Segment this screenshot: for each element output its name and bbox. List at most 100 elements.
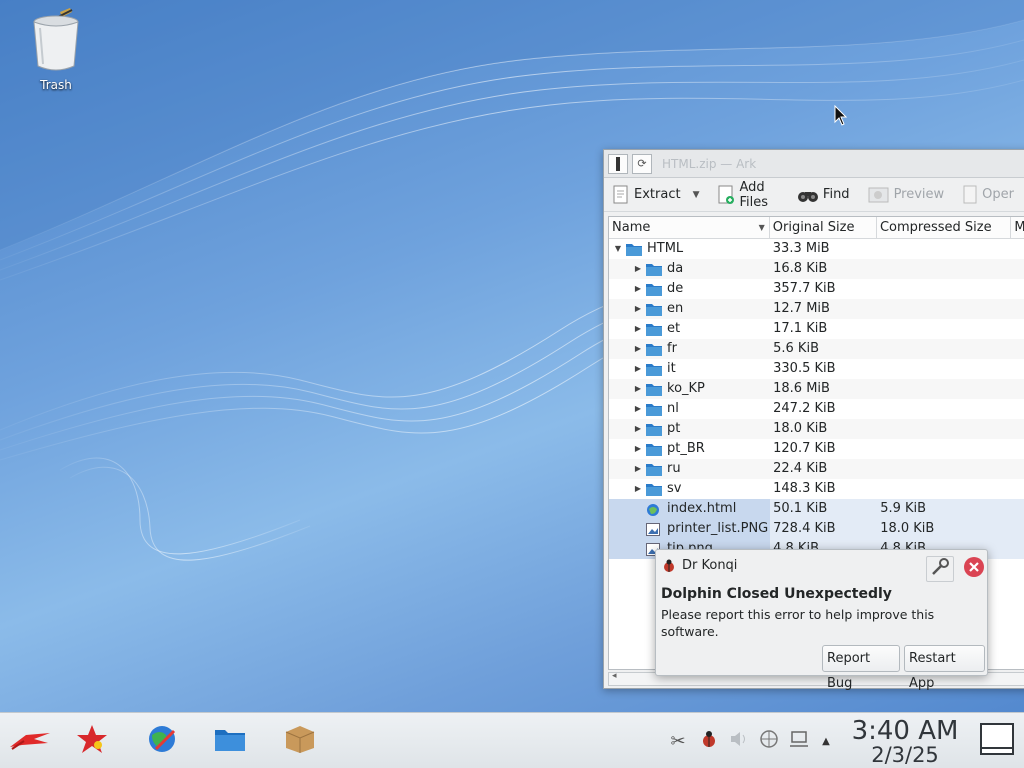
folder-row[interactable]: ▶ pt 18.0 KiB <box>609 419 1024 439</box>
scissors-icon: ✂ <box>670 730 686 752</box>
trash-label: Trash <box>40 78 72 92</box>
folder-row[interactable]: ▶ en 12.7 MiB <box>609 299 1024 319</box>
column-original-size[interactable]: Original Size <box>770 217 877 238</box>
open-icon <box>962 185 978 205</box>
compressed-size-cell <box>877 319 1011 339</box>
show-desktop-button[interactable] <box>976 720 1018 762</box>
folder-row[interactable]: ▶ et 17.1 KiB <box>609 319 1024 339</box>
folder-icon <box>646 443 662 456</box>
compressed-size-cell <box>877 239 1011 259</box>
folder-icon <box>646 283 662 296</box>
preview-button[interactable]: Preview <box>868 186 944 204</box>
folder-row[interactable]: ▶ de 357.7 KiB <box>609 279 1024 299</box>
file-row[interactable]: index.html 50.1 KiB 5.9 KiB <box>609 499 1024 519</box>
tray-clipboard[interactable]: ✂ <box>666 729 690 753</box>
add-files-button[interactable]: Add Files <box>717 180 778 210</box>
column-compressed-size[interactable]: Compressed Size <box>877 217 1012 238</box>
expand-arrow-icon[interactable]: ▶ <box>633 379 643 399</box>
modified-cell <box>1011 259 1024 279</box>
folder-row[interactable]: ▶ fr 5.6 KiB <box>609 339 1024 359</box>
tray-volume[interactable] <box>727 729 751 753</box>
column-name[interactable]: Name ▼ <box>609 217 770 238</box>
window-menu-button[interactable] <box>608 153 628 174</box>
notification-title: Dolphin Closed Unexpectedly <box>661 586 892 602</box>
folder-row[interactable]: ▶ sv 148.3 KiB <box>609 479 1024 499</box>
expand-arrow-icon[interactable]: ▶ <box>633 439 643 459</box>
notification-header: Dr Konqi <box>662 558 737 573</box>
find-label: Find <box>822 187 850 202</box>
mouse-cursor-icon <box>834 104 848 131</box>
tray-network[interactable] <box>757 729 781 753</box>
scroll-left-icon[interactable]: ◂ <box>612 671 617 681</box>
application-launcher-button[interactable] <box>8 723 52 759</box>
trash-desktop-icon[interactable]: Trash <box>22 8 90 92</box>
name-cell: ▶ nl <box>609 399 770 419</box>
folder-row[interactable]: ▶ ko_KP 18.6 MiB <box>609 379 1024 399</box>
clock-time[interactable]: 3:40 AM <box>850 716 960 746</box>
window-titlebar[interactable]: ⟳ HTML.zip — Ark <box>604 150 1024 178</box>
extract-button[interactable]: Extract ▼ <box>612 185 699 205</box>
expand-arrow-icon[interactable]: ▶ <box>633 359 643 379</box>
modified-cell <box>1011 499 1024 519</box>
archive-root-row[interactable]: ▼ HTML 33.3 MiB <box>609 239 1024 259</box>
column-header: Name ▼ Original Size Compressed Size M <box>609 217 1024 239</box>
configure-notification-button[interactable] <box>926 556 954 582</box>
close-notification-button[interactable] <box>960 556 988 582</box>
expand-arrow-icon[interactable]: ▶ <box>633 299 643 319</box>
name-cell: ▶ sv <box>609 479 770 499</box>
tray-expand-button[interactable]: ▲ <box>814 729 838 753</box>
keep-above-button[interactable]: ⟳ <box>632 153 652 174</box>
extract-dropdown-icon[interactable]: ▼ <box>693 190 700 200</box>
file-name: fr <box>667 341 677 356</box>
original-size-cell: 148.3 KiB <box>773 481 836 496</box>
modified-cell <box>1011 419 1024 439</box>
original-size-cell: 330.5 KiB <box>773 361 836 376</box>
expand-arrow-icon[interactable]: ▶ <box>633 319 643 339</box>
file-rows: ▼ HTML 33.3 MiB ▶ da 16.8 KiB ▶ de 357.7 KiB ▶ en 1… <box>609 239 1024 559</box>
taskbar-browser-app[interactable] <box>144 723 180 759</box>
tray-device[interactable] <box>787 729 811 753</box>
folder-row[interactable]: ▶ ru 22.4 KiB <box>609 459 1024 479</box>
original-size-cell: 357.7 KiB <box>773 281 836 296</box>
chevron-up-icon: ▲ <box>822 735 830 747</box>
expand-arrow-icon[interactable]: ▶ <box>633 339 643 359</box>
folder-row[interactable]: ▶ it 330.5 KiB <box>609 359 1024 379</box>
html-file-icon <box>646 503 662 516</box>
modified-cell <box>1011 319 1024 339</box>
compressed-size-cell <box>877 359 1011 379</box>
globe-icon <box>146 723 178 759</box>
taskbar-ark-app[interactable] <box>282 723 318 759</box>
folder-icon <box>626 243 642 256</box>
folder-row[interactable]: ▶ da 16.8 KiB <box>609 259 1024 279</box>
collapse-arrow-icon[interactable]: ▼ <box>613 239 623 259</box>
expand-arrow-icon[interactable]: ▶ <box>633 399 643 419</box>
clock-date[interactable]: 2/3/25 <box>850 743 960 767</box>
bug-tray-icon <box>700 730 718 752</box>
taskbar-star-app[interactable] <box>74 723 110 759</box>
original-size-cell: 5.6 KiB <box>773 341 819 356</box>
expand-arrow-icon[interactable]: ▶ <box>633 259 643 279</box>
restart-app-button[interactable]: Restart App <box>904 645 985 691</box>
expand-arrow-icon[interactable]: ▶ <box>633 419 643 439</box>
expand-arrow-icon[interactable]: ▶ <box>633 279 643 299</box>
open-button[interactable]: Oper <box>962 185 1014 205</box>
original-size-cell: 33.3 MiB <box>772 241 830 256</box>
folder-row[interactable]: ▶ nl 247.2 KiB <box>609 399 1024 419</box>
file-name: ko_KP <box>667 381 705 396</box>
find-button[interactable]: Find <box>797 187 850 203</box>
compressed-size-cell <box>877 379 1011 399</box>
report-bug-button[interactable]: Report Bug <box>822 645 900 691</box>
extract-icon <box>612 185 630 205</box>
expand-arrow-icon[interactable]: ▶ <box>633 459 643 479</box>
tray-crash-handler[interactable] <box>697 729 721 753</box>
taskbar-file-manager[interactable] <box>212 723 248 759</box>
file-row[interactable]: printer_list.PNG 728.4 KiB 18.0 KiB <box>609 519 1024 539</box>
folder-row[interactable]: ▶ pt_BR 120.7 KiB <box>609 439 1024 459</box>
modified-cell <box>1011 359 1024 379</box>
file-name: printer_list.PNG <box>667 521 769 536</box>
expand-arrow-icon[interactable]: ▶ <box>633 479 643 499</box>
crash-notification[interactable]: Dr Konqi Dolphin Closed Unexpectedly Ple… <box>655 549 988 691</box>
column-modified[interactable]: M <box>1011 217 1024 238</box>
compressed-size-cell: 5.9 KiB <box>880 501 927 516</box>
modified-cell <box>1011 519 1024 539</box>
